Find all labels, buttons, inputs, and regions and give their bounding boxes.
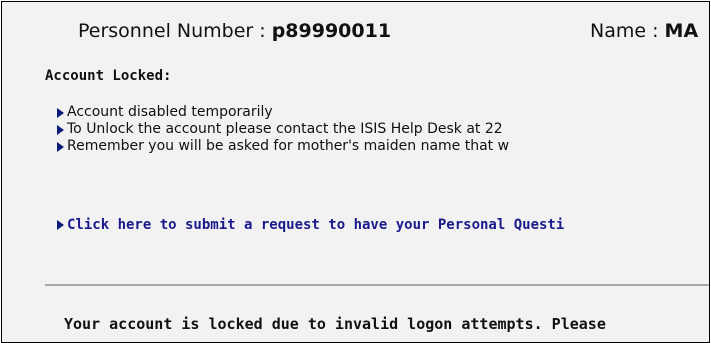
submit-request-link[interactable]: Click here to submit a request to have y…	[57, 217, 564, 233]
list-item: Account disabled temporarily	[57, 104, 509, 121]
account-locked-message: Your account is locked due to invalid lo…	[64, 315, 606, 333]
personnel-number-label: Personnel Number :	[78, 20, 272, 42]
name-field: Name : MA	[590, 20, 698, 42]
account-locked-details: Account disabled temporarily To Unlock t…	[57, 104, 509, 155]
personnel-header: Personnel Number : p89990011 Name : MA	[2, 18, 709, 50]
submit-request-link-label: Click here to submit a request to have y…	[67, 217, 565, 233]
list-item-text: Account disabled temporarily	[67, 104, 273, 120]
divider	[45, 284, 709, 286]
list-item-text: To Unlock the account please contact the…	[67, 121, 503, 137]
name-label: Name :	[590, 20, 665, 42]
triangle-right-icon	[57, 220, 64, 230]
triangle-right-icon	[57, 124, 64, 135]
personnel-number-field: Personnel Number : p89990011	[78, 20, 391, 42]
account-locked-panel: Personnel Number : p89990011 Name : MA A…	[1, 1, 710, 343]
list-item: To Unlock the account please contact the…	[57, 121, 509, 138]
triangle-right-icon	[57, 141, 64, 152]
list-item: Remember you will be asked for mother's …	[57, 138, 509, 155]
personnel-number-value: p89990011	[271, 20, 392, 42]
list-item-text: Remember you will be asked for mother's …	[67, 138, 510, 154]
account-locked-heading: Account Locked:	[45, 68, 172, 84]
triangle-right-icon	[57, 107, 64, 118]
name-value: MA	[664, 20, 699, 42]
